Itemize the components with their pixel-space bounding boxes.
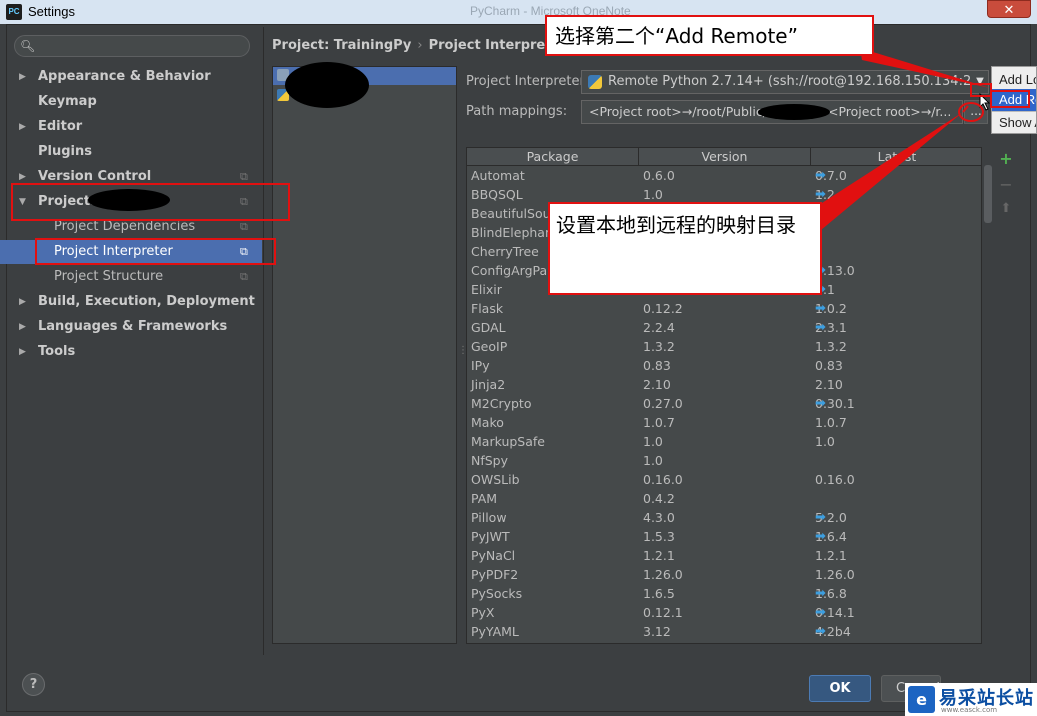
watermark: e 易采站长站 www.easck.com — [905, 683, 1037, 716]
annotation-arrow-2 — [808, 112, 963, 235]
redaction-mark — [88, 189, 170, 211]
redaction-mark — [758, 104, 830, 120]
annotation-arrows — [808, 48, 990, 235]
annotation-callout-path-mappings: 设置本地到远程的映射目录 — [548, 202, 822, 295]
annotation-arrow-1 — [860, 48, 990, 88]
watermark-logo-icon: e — [908, 686, 935, 713]
redaction-mark — [285, 62, 369, 108]
annotation-callout-add-remote: 选择第二个“Add Remote” — [545, 15, 874, 56]
watermark-subtext: www.easck.com — [941, 706, 998, 714]
annotation-arrow-tip — [962, 105, 969, 113]
